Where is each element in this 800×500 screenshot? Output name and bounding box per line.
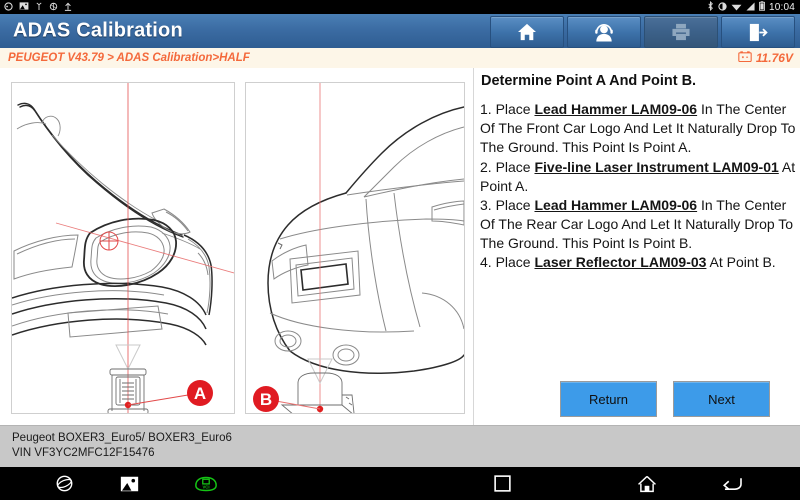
notification-dot-icon	[4, 1, 13, 13]
battery-icon	[759, 1, 765, 13]
printer-icon	[671, 23, 691, 41]
instruction-steps: 1. Place Lead Hammer LAM09-06 In The Cen…	[480, 100, 796, 273]
instruction-heading: Determine Point A And Point B.	[481, 73, 697, 89]
instruction-step: 2. Place Five-line Laser Instrument LAM0…	[480, 158, 796, 194]
vehicle-vin: VIN VF3YC2MFC12F15476	[12, 447, 155, 459]
illustration-area: A B	[0, 68, 474, 425]
exit-button[interactable]	[721, 16, 795, 48]
header-button-group	[490, 16, 795, 48]
bluetooth-icon	[707, 0, 714, 13]
vehicle-model: Peugeot BOXER3_Euro5/ BOXER3_Euro6	[12, 432, 232, 444]
signal-icon	[746, 1, 755, 13]
home-button[interactable]	[490, 16, 564, 48]
breadcrumb-bar: PEUGEOT V43.79 > ADAS Calibration>HALF 1…	[0, 48, 800, 69]
android-nav-bar: VCI	[0, 467, 800, 500]
browser-icon[interactable]	[44, 467, 84, 500]
support-button[interactable]	[567, 16, 641, 48]
tablet-screen: 10:04 ADAS Calibration PEUGEOT V43.79 > …	[0, 0, 800, 500]
vci-connector-icon[interactable]: VCI	[186, 467, 226, 500]
breadcrumb: PEUGEOT V43.79 > ADAS Calibration>HALF	[8, 52, 250, 64]
screenshot-image-icon	[19, 2, 29, 12]
usb-icon	[35, 2, 43, 13]
clock: 10:04	[768, 1, 795, 13]
car-battery-icon	[738, 51, 752, 65]
print-button[interactable]	[644, 16, 718, 48]
next-button[interactable]: Next	[673, 381, 770, 417]
footer-button-group: Return Next	[474, 381, 800, 417]
front-view-diagram: A	[11, 82, 235, 414]
sync-icon	[49, 2, 58, 13]
marker-label-b: B	[260, 390, 272, 409]
page-title: ADAS Calibration	[13, 19, 183, 42]
marker-label-a: A	[194, 384, 206, 403]
headset-person-icon	[594, 23, 614, 42]
vehicle-info-bar: Peugeot BOXER3_Euro5/ BOXER3_Euro6 VIN V…	[0, 425, 800, 468]
instruction-step: 1. Place Lead Hammer LAM09-06 In The Cen…	[480, 101, 796, 156]
status-bar-notifications	[4, 0, 72, 14]
status-bar-system: 10:04	[707, 0, 795, 14]
voltage-indicator: 11.76V	[738, 51, 793, 65]
upload-icon	[64, 2, 72, 13]
instruction-step: 4. Place Laser Reflector LAM09-03 At Poi…	[480, 254, 776, 271]
brightness-icon	[718, 1, 727, 13]
svg-text:VCI: VCI	[202, 484, 209, 489]
wifi-icon	[731, 2, 742, 13]
app-title-bar: ADAS Calibration	[0, 14, 800, 49]
back-icon[interactable]	[712, 467, 752, 500]
gallery-icon[interactable]	[109, 467, 149, 500]
android-status-bar: 10:04	[0, 0, 800, 14]
instruction-panel: Determine Point A And Point B. 1. Place …	[474, 68, 800, 425]
home-icon[interactable]	[627, 467, 667, 500]
voltage-value: 11.76V	[755, 51, 793, 65]
main-content: A B Determine Point A And Point B. 1. Pl…	[0, 68, 800, 425]
instruction-step: 3. Place Lead Hammer LAM09-06 In The Cen…	[480, 196, 794, 252]
exit-door-icon	[748, 23, 768, 42]
home-icon	[517, 23, 537, 41]
rear-view-diagram: B	[245, 82, 465, 414]
return-button[interactable]: Return	[560, 381, 657, 417]
recent-apps-icon[interactable]	[482, 467, 522, 500]
